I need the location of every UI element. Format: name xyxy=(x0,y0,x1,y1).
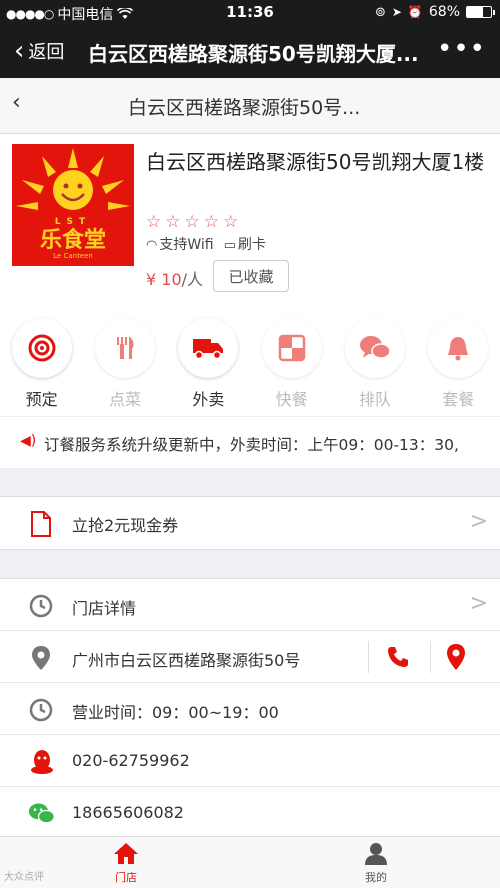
location-pin-icon xyxy=(32,646,50,670)
wechat-back-button[interactable]: ‹ 返回 xyxy=(14,38,64,64)
service-order-label: 点菜 xyxy=(108,390,141,409)
divider xyxy=(368,641,369,673)
battery-percent: 68% xyxy=(428,4,460,20)
coupon-label: 立抢2元现金券 xyxy=(72,516,179,535)
logo-text-top: LST xyxy=(55,217,91,227)
document-icon xyxy=(31,511,51,537)
service-setmeal-label: 套餐 xyxy=(442,390,475,409)
store-features: ◠ 支持Wifi ▭ 刷卡 xyxy=(146,234,266,254)
wechat-nav-title: 白云区西槎路聚源街50号凯翔大厦... xyxy=(88,42,419,66)
wechat-icon xyxy=(28,803,55,824)
price-value: ¥ 10 xyxy=(146,270,182,289)
chat-icon xyxy=(344,318,405,378)
service-reserve-label: 预定 xyxy=(25,390,58,409)
tab-store[interactable]: 门店 xyxy=(86,841,166,885)
hours-text: 营业时间：09：00~19：00 xyxy=(72,703,279,722)
service-delivery-label: 外卖 xyxy=(192,390,225,409)
fastfood-icon xyxy=(261,318,322,378)
qq-penguin-icon xyxy=(31,750,53,774)
speaker-icon: ◀) xyxy=(20,433,37,449)
status-bar: ●●●●○ 中国电信 11:36 ⊚ ➤ ⏰ 68% xyxy=(0,0,500,26)
qq-row[interactable]: 020-62759962 xyxy=(0,735,500,787)
user-icon xyxy=(365,843,387,865)
tab-mine-label: 我的 xyxy=(365,871,387,884)
qq-number: 020-62759962 xyxy=(72,751,190,770)
service-setmeal[interactable]: 套餐 xyxy=(417,310,500,416)
clock-icon xyxy=(29,594,53,618)
service-delivery[interactable]: 外卖 xyxy=(167,310,250,416)
store-card: LST 乐食堂 Le Canteen 白云区西槎路聚源街50号凯翔大厦1楼 ☆☆… xyxy=(0,134,500,310)
wifi-icon: ◠ xyxy=(146,238,158,253)
logo-text-sub: Le Canteen xyxy=(53,252,93,260)
page-title: 白云区西槎路聚源街50号... xyxy=(128,97,361,119)
service-fastfood[interactable]: 快餐 xyxy=(250,310,333,416)
store-detail-label: 门店详情 xyxy=(72,599,137,618)
battery-icon xyxy=(466,6,495,18)
service-reserve[interactable]: 预定 xyxy=(0,310,83,416)
tab-bar: 门店 我的 xyxy=(0,836,500,888)
logo-text-main: 乐食堂 xyxy=(40,227,106,253)
coupon-row[interactable]: 立抢2元现金券 > xyxy=(0,496,500,550)
watermark: 大众点评 xyxy=(4,872,44,883)
feature-card-label: 刷卡 xyxy=(237,237,266,253)
location-arrow-icon: ➤ xyxy=(391,5,402,19)
wechat-number: 18665606082 xyxy=(72,803,184,822)
chevron-right-icon: > xyxy=(469,591,488,616)
store-info-list: 门店详情 > 广州市白云区西槎路聚源街50号 营业时间：09：00~19：00 … xyxy=(0,578,500,836)
wechat-back-label: 返回 xyxy=(28,42,65,63)
notice-text: 订餐服务系统升级更新中，外卖时间：上午09：00-13：30, xyxy=(44,436,459,454)
store-name: 白云区西槎路聚源街50号凯翔大厦1楼 xyxy=(146,150,485,174)
page-header: ‹ 白云区西槎路聚源街50号... xyxy=(0,78,500,134)
sun-logo-icon: LST 乐食堂 Le Canteen xyxy=(12,144,134,266)
phone-icon[interactable] xyxy=(386,645,410,669)
service-grid: 预定 点菜 外卖 快餐 排队 套餐 xyxy=(0,310,500,416)
store-detail-row[interactable]: 门店详情 > xyxy=(0,579,500,631)
home-icon xyxy=(114,843,138,864)
target-icon xyxy=(11,318,72,378)
feature-wifi-label: 支持Wifi xyxy=(159,237,214,253)
battery-fill xyxy=(467,7,484,17)
service-queue-label: 排队 xyxy=(358,390,391,409)
price-unit: /人 xyxy=(181,270,204,289)
map-pin-icon[interactable] xyxy=(446,643,466,671)
address-text: 广州市白云区西槎路聚源街50号 xyxy=(72,651,301,670)
more-menu-icon[interactable]: ••• xyxy=(437,34,486,64)
page-back-button[interactable]: ‹ xyxy=(12,90,21,115)
utensils-icon xyxy=(94,318,155,378)
price-per-person: ¥ 10/人 xyxy=(146,266,203,290)
tab-store-label: 门店 xyxy=(115,871,137,884)
status-right: ⊚ ➤ ⏰ 68% xyxy=(374,4,495,20)
wechat-nav-bar: ‹ 返回 白云区西槎路聚源街50号凯翔大厦... ••• xyxy=(0,26,500,78)
alarm-icon: ⏰ xyxy=(407,5,423,19)
clock-icon xyxy=(29,698,53,722)
truck-icon xyxy=(178,318,239,378)
feature-wifi: ◠ 支持Wifi xyxy=(146,234,214,254)
wechat-row[interactable]: 18665606082 xyxy=(0,787,500,839)
bell-icon xyxy=(428,318,489,378)
rotation-lock-icon: ⊚ xyxy=(374,4,386,20)
divider xyxy=(430,641,431,673)
store-logo: LST 乐食堂 Le Canteen xyxy=(12,144,134,266)
address-row: 广州市白云区西槎路聚源街50号 xyxy=(0,631,500,683)
service-queue[interactable]: 排队 xyxy=(333,310,416,416)
favorite-button[interactable]: 已收藏 xyxy=(213,260,289,292)
notice-bar: ◀) 订餐服务系统升级更新中，外卖时间：上午09：00-13：30, xyxy=(0,416,500,468)
credit-card-icon: ▭ xyxy=(223,238,236,253)
chevron-right-icon: > xyxy=(469,509,488,534)
feature-card: ▭ 刷卡 xyxy=(224,234,266,254)
service-fastfood-label: 快餐 xyxy=(275,390,308,409)
tab-mine[interactable]: 我的 xyxy=(336,841,416,885)
hours-row: 营业时间：09：00~19：00 xyxy=(0,683,500,735)
chevron-left-icon: ‹ xyxy=(14,36,25,66)
rating-stars: ☆☆☆☆☆ xyxy=(146,212,243,232)
service-order[interactable]: 点菜 xyxy=(83,310,166,416)
